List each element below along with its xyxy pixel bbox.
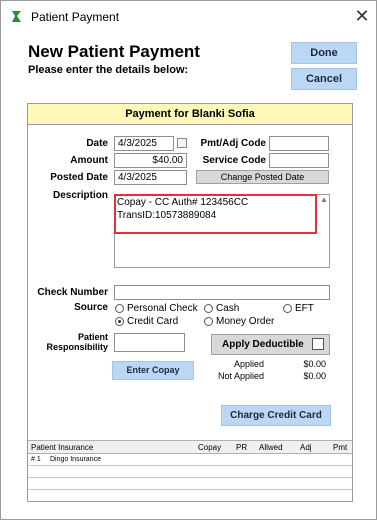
row-insurance-name: Dingo Insurance — [50, 456, 101, 463]
table-row[interactable] — [28, 466, 352, 478]
patient-responsibility-field[interactable] — [114, 333, 185, 352]
col-copay: Copay — [198, 443, 222, 452]
service-code-label: Service Code — [202, 155, 266, 166]
option-label: Credit Card — [127, 316, 179, 327]
title-bar: Patient Payment ✕ — [1, 1, 376, 31]
highlight-box — [114, 194, 317, 234]
radio-icon — [115, 304, 124, 313]
col-pmt: Pmt — [333, 443, 348, 452]
radio-icon — [283, 304, 292, 313]
radio-selected-icon — [115, 317, 124, 326]
amount-field[interactable]: $40.00 — [114, 153, 187, 168]
col-patient-insurance: Patient Insurance — [31, 443, 94, 452]
posted-date-label: Posted Date — [50, 172, 108, 183]
option-label: Personal Check — [127, 303, 198, 314]
row-number: # 1 — [31, 456, 41, 463]
applied-label: Applied — [233, 359, 264, 369]
check-number-label: Check Number — [37, 287, 108, 298]
content-area: New Patient Payment Please enter the det… — [11, 31, 366, 511]
service-code-field[interactable] — [269, 153, 329, 168]
pmt-adj-code-field[interactable] — [269, 136, 329, 151]
done-button[interactable]: Done — [291, 42, 357, 64]
charge-credit-card-button[interactable]: Charge Credit Card — [221, 405, 331, 426]
table-row[interactable] — [28, 478, 352, 490]
window-title: Patient Payment — [31, 10, 120, 24]
source-money-order[interactable]: Money Order — [204, 316, 274, 327]
page-subtitle: Please enter the details below: — [28, 64, 189, 76]
date-label: Date — [86, 138, 108, 149]
table-row[interactable] — [28, 490, 352, 502]
applied-value: $0.00 — [303, 359, 326, 369]
enter-copay-button[interactable]: Enter Copay — [112, 361, 194, 380]
source-cash[interactable]: Cash — [204, 303, 239, 314]
page-title: New Patient Payment — [28, 42, 200, 61]
app-icon — [10, 10, 23, 23]
table-row[interactable]: # 1 Dingo Insurance — [28, 454, 352, 466]
option-label: Cash — [216, 303, 240, 314]
change-posted-date-button[interactable]: Change Posted Date — [196, 170, 329, 184]
scroll-up-icon[interactable]: ▲ — [320, 195, 328, 204]
source-credit-card[interactable]: Credit Card — [115, 316, 178, 327]
not-applied-value: $0.00 — [303, 371, 326, 381]
option-label: EFT — [295, 303, 314, 314]
insurance-table-header: Patient Insurance Copay PR Allwed Adj Pm… — [28, 440, 352, 454]
radio-icon — [204, 304, 213, 313]
cancel-button[interactable]: Cancel — [291, 68, 357, 90]
source-personal-check[interactable]: Personal Check — [115, 303, 198, 314]
apply-deductible-label: Apply Deductible — [222, 339, 304, 350]
close-icon[interactable]: ✕ — [352, 6, 372, 26]
radio-icon — [204, 317, 213, 326]
col-adj: Adj — [300, 443, 312, 452]
calendar-icon[interactable] — [177, 138, 187, 148]
payment-panel: Payment for Blanki Sofia Date Amount Pos… — [27, 103, 353, 502]
col-pr: PR — [236, 443, 248, 452]
patient-payment-window: Patient Payment ✕ New Patient Payment Pl… — [0, 0, 377, 520]
source-eft[interactable]: EFT — [283, 303, 314, 314]
panel-title: Payment for Blanki Sofia — [28, 104, 352, 125]
description-label: Description — [52, 190, 108, 201]
apply-deductible-button[interactable]: Apply Deductible — [211, 334, 330, 355]
pmt-adj-code-label: Pmt/Adj Code — [200, 138, 266, 149]
amount-label: Amount — [70, 155, 108, 166]
check-number-field[interactable] — [114, 285, 330, 300]
option-label: Money Order — [216, 316, 275, 327]
checkbox-icon[interactable] — [312, 338, 324, 350]
not-applied-label: Not Applied — [217, 371, 264, 381]
patient-responsibility-label: Patient Responsibility — [46, 332, 108, 352]
date-field[interactable]: 4/3/2025 — [114, 136, 174, 151]
posted-date-field[interactable]: 4/3/2025 — [114, 170, 187, 185]
source-label: Source — [74, 302, 108, 313]
col-allowed: Allwed — [259, 443, 283, 452]
